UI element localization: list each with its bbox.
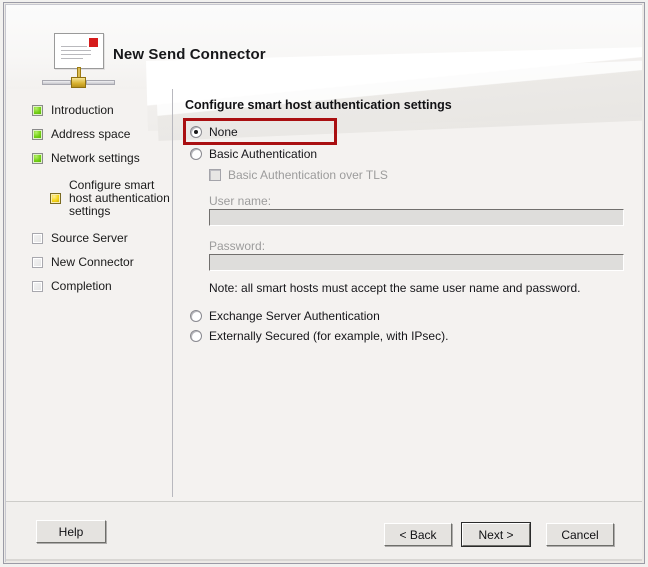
radio-icon-externally-secured[interactable]	[190, 330, 202, 342]
window-client-area: New Send Connector Introduction Address …	[6, 5, 642, 561]
sidebar-item-new-connector[interactable]: New Connector	[32, 255, 134, 269]
envelope-text-line	[61, 50, 91, 51]
wizard-step-sidebar: Introduction Address space Network setti…	[6, 89, 172, 499]
step-status-done-icon	[32, 153, 43, 164]
envelope-stamp	[89, 38, 98, 47]
username-label: User name:	[209, 194, 272, 208]
checkbox-basic-authentication-over-tls[interactable]: Basic Authentication over TLS	[209, 168, 388, 182]
step-status-pending-icon	[32, 257, 43, 268]
envelope-text-line	[61, 58, 83, 59]
smart-host-note: Note: all smart hosts must accept the sa…	[209, 281, 581, 295]
sidebar-item-label: Source Server	[51, 231, 128, 245]
new-send-connector-window: New Send Connector Introduction Address …	[0, 0, 648, 567]
sidebar-item-source-server[interactable]: Source Server	[32, 231, 128, 245]
radio-label-basic-authentication: Basic Authentication	[209, 147, 318, 161]
sidebar-item-configure-smart-host-authentication-settings[interactable]: Configure smart host authentication sett…	[50, 179, 173, 218]
wizard-header: New Send Connector	[6, 5, 642, 141]
radio-option-none[interactable]: None	[190, 125, 238, 139]
checkbox-label-tls: Basic Authentication over TLS	[228, 168, 388, 182]
envelope-text-line	[61, 54, 91, 55]
step-status-pending-icon	[32, 233, 43, 244]
section-title: Configure smart host authentication sett…	[185, 98, 452, 112]
checkbox-icon-tls[interactable]	[209, 169, 221, 181]
radio-option-externally-secured[interactable]: Externally Secured (for example, with IP…	[190, 329, 448, 343]
radio-label-externally-secured: Externally Secured (for example, with IP…	[209, 329, 449, 343]
radio-option-basic-authentication[interactable]: Basic Authentication	[190, 147, 317, 161]
connector-pipe-left-icon	[42, 80, 71, 85]
sidebar-item-label: Network settings	[51, 151, 140, 165]
main-panel: Configure smart host authentication sett…	[173, 89, 642, 499]
sidebar-item-network-settings[interactable]: Network settings	[32, 151, 140, 165]
sidebar-item-label: New Connector	[51, 255, 134, 269]
sidebar-item-introduction[interactable]: Introduction	[32, 103, 114, 117]
window-bottom-strip	[6, 559, 642, 561]
password-input[interactable]	[209, 254, 624, 272]
sidebar-item-label: Completion	[51, 279, 112, 293]
step-status-current-icon	[50, 193, 61, 204]
cancel-button[interactable]: Cancel	[546, 523, 614, 546]
connector-pipe-right-icon	[86, 80, 115, 85]
step-status-pending-icon	[32, 281, 43, 292]
send-connector-envelope-icon	[38, 31, 115, 93]
next-button[interactable]: Next >	[461, 522, 531, 547]
username-input[interactable]	[209, 209, 624, 227]
sidebar-item-label: Configure smart host authentication sett…	[69, 178, 170, 218]
help-button[interactable]: Help	[36, 520, 106, 543]
radio-label-none: None	[209, 125, 238, 139]
sidebar-item-address-space[interactable]: Address space	[32, 127, 130, 141]
envelope-text-line	[61, 46, 87, 47]
back-button[interactable]: < Back	[384, 523, 452, 546]
connector-hub-icon	[71, 77, 86, 88]
sidebar-item-label: Introduction	[51, 103, 114, 117]
radio-option-exchange-server-authentication[interactable]: Exchange Server Authentication	[190, 309, 380, 323]
envelope-icon	[54, 33, 104, 69]
username-field[interactable]	[210, 211, 623, 227]
sidebar-item-label: Address space	[51, 127, 131, 141]
step-status-done-icon	[32, 129, 43, 140]
footer-button-bar: Help < Back Next > Cancel	[6, 502, 642, 561]
sidebar-item-completion[interactable]: Completion	[32, 279, 112, 293]
step-status-done-icon	[32, 105, 43, 116]
password-label: Password:	[209, 239, 266, 253]
password-field[interactable]	[210, 256, 623, 272]
radio-icon-basic-authentication[interactable]	[190, 148, 202, 160]
radio-icon-none[interactable]	[190, 126, 202, 138]
page-title: New Send Connector	[113, 46, 266, 63]
radio-label-exchange-server-authentication: Exchange Server Authentication	[209, 309, 380, 323]
radio-icon-exchange-server-authentication[interactable]	[190, 310, 202, 322]
